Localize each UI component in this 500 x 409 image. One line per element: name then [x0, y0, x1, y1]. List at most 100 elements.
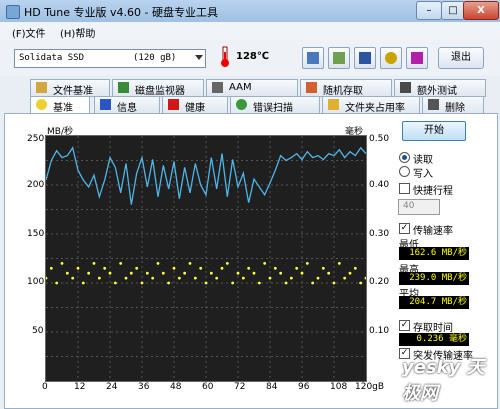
read-radio[interactable] [399, 152, 410, 163]
x-tick-label: 60 [202, 382, 214, 392]
access-time-point [257, 281, 261, 285]
access-time-point [332, 281, 336, 285]
access-time-point [289, 276, 293, 280]
drive-capacity: (120 gB) [133, 53, 177, 63]
y-tick-right: 0.20 [369, 277, 390, 287]
y-tick-right: 0.10 [369, 326, 390, 336]
access-time-point [353, 266, 357, 270]
tab-random-access[interactable]: 随机存取 [300, 79, 392, 97]
access-time-point [268, 276, 272, 280]
tab-disk-monitor[interactable]: 磁盘监视器 [112, 79, 204, 97]
access-time-point [151, 276, 155, 280]
access-time-point [295, 266, 299, 270]
download-button[interactable] [406, 47, 428, 69]
gears-icon [385, 52, 397, 64]
write-radio[interactable] [399, 166, 410, 177]
access-time-point [220, 266, 224, 270]
copy-icon [307, 52, 319, 64]
access-time-point [263, 262, 267, 265]
x-tick-label: 24 [106, 382, 118, 392]
access-time-point [172, 266, 176, 270]
access-time-point [199, 266, 203, 270]
tab-extra-tests[interactable]: 额外测试 [394, 79, 486, 97]
y-tick-left: 100 [27, 277, 45, 287]
access-time-point [161, 271, 165, 275]
access-time-point [129, 271, 133, 275]
tab-error-scan[interactable]: 错误扫描 [230, 96, 320, 114]
app-icon [6, 5, 20, 19]
fast-mode-spinner[interactable]: 40 [398, 199, 440, 215]
download-arrow-icon [411, 52, 423, 64]
tab-info[interactable]: 信息 [94, 96, 160, 114]
menu-help[interactable]: (H)帮助 [60, 25, 95, 40]
chart-icon [306, 82, 317, 93]
tab-benchmark[interactable]: 基准 [30, 96, 90, 114]
minimize-button[interactable]: – [416, 1, 442, 20]
y-tick-left: 50 [32, 326, 44, 336]
x-tick-label: 12 [74, 382, 86, 392]
access-time-point [60, 262, 64, 265]
menu-bar: (F)文件 (H)帮助 [0, 22, 500, 40]
access-time-point [225, 262, 229, 265]
x-tick-label: 36 [138, 382, 150, 392]
x-tick-label: 48 [170, 382, 182, 392]
access-time-checkbox[interactable]: ✓ [399, 320, 410, 331]
drive-select[interactable]: Solidata SSD (120 gB) [14, 49, 206, 68]
access-time-point [97, 276, 101, 280]
access-time-point [65, 271, 69, 275]
floppy-icon [359, 52, 371, 64]
access-time-point [177, 276, 181, 280]
window-title: HD Tune 专业版 v4.60 - 硬盘专业工具 [24, 6, 218, 19]
menu-file[interactable]: (F)文件 [12, 25, 46, 40]
title-bar[interactable]: HD Tune 专业版 v4.60 - 硬盘专业工具 – □ X [0, 0, 500, 22]
access-time-point [44, 276, 48, 280]
access-time-point [252, 271, 256, 275]
tab-health[interactable]: 健康 [162, 96, 228, 114]
access-time-point [140, 281, 144, 285]
thermometer-icon [221, 46, 229, 67]
access-time-point [316, 276, 320, 280]
trash-icon [428, 99, 439, 110]
transfer-rate-checkbox[interactable]: ✓ [399, 223, 410, 234]
x-tick-label: 120gB [355, 382, 385, 392]
access-time-point [279, 271, 283, 275]
close-button[interactable]: X [463, 1, 499, 20]
access-time-point [188, 262, 192, 265]
access-time-point [113, 281, 117, 285]
access-time-point [135, 266, 139, 270]
access-time-point [300, 271, 304, 275]
benchmark-chart [44, 135, 368, 382]
access-time-point [284, 281, 288, 285]
y-tick-left: 250 [27, 134, 45, 144]
copy-text-button[interactable] [302, 47, 324, 69]
access-time-point [193, 276, 197, 280]
maximize-button[interactable]: □ [441, 1, 465, 20]
x-tick-label: 108 [330, 382, 348, 392]
access-time-point [359, 281, 363, 285]
access-time-point [337, 262, 341, 265]
folder-icon [328, 99, 339, 110]
y-tick-right: 0.40 [369, 180, 390, 190]
tab-folder-usage[interactable]: 文件夹占用率 [322, 96, 420, 114]
x-tick-label: 96 [298, 382, 310, 392]
access-time-value: 0.236 毫秒 [399, 333, 469, 346]
save-button[interactable] [354, 47, 376, 69]
options-button[interactable] [380, 47, 402, 69]
start-button[interactable]: 开始 [402, 121, 466, 141]
access-time-point [348, 271, 352, 275]
tab-erase[interactable]: 删除 [422, 96, 484, 114]
info-icon [100, 99, 111, 110]
watermark-logo: yesky 天极网 [402, 357, 485, 404]
clipboard-icon [333, 52, 345, 64]
access-time-point [311, 281, 315, 285]
tab-aam[interactable]: AAM [206, 79, 298, 97]
x-tick-label: 0 [42, 382, 48, 392]
access-time-point [92, 262, 96, 265]
tab-file-benchmark[interactable]: 文件基准 [30, 79, 110, 97]
fast-mode-checkbox[interactable] [399, 183, 410, 194]
copy-screenshot-button[interactable] [328, 47, 350, 69]
access-time-point [305, 262, 309, 265]
monitor-icon [118, 82, 129, 93]
x-tick-label: 72 [234, 382, 246, 392]
exit-button[interactable]: 退出 [438, 47, 484, 69]
